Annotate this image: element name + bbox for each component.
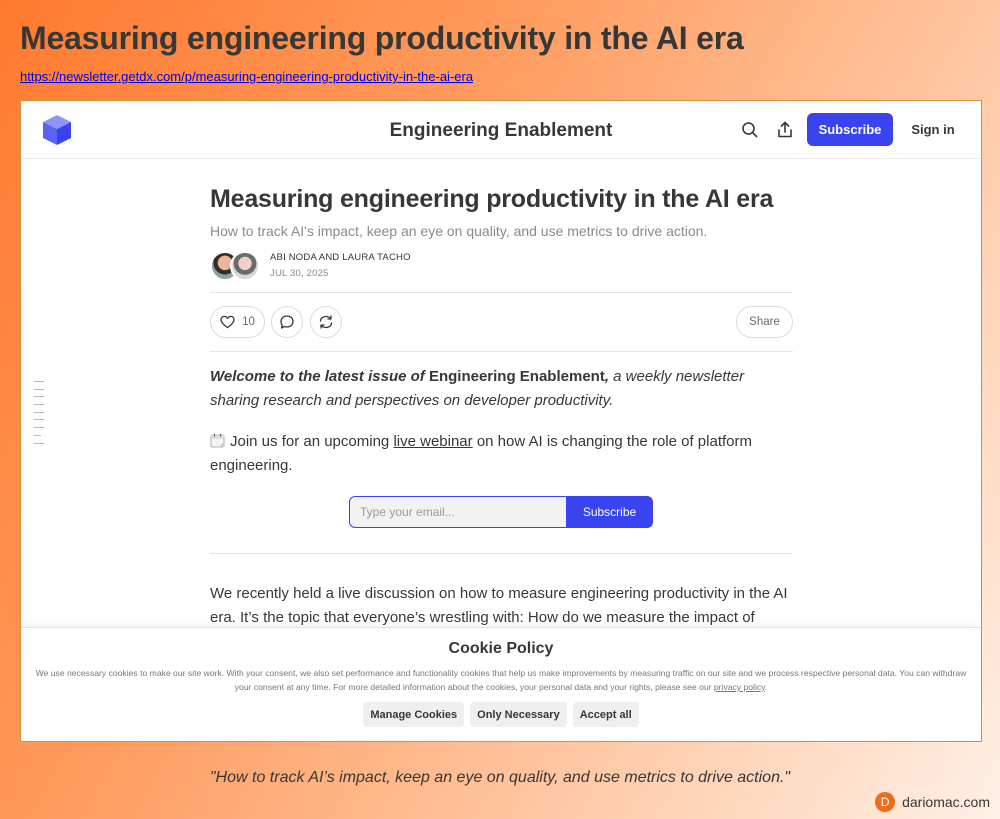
table-of-contents-marks[interactable] bbox=[34, 381, 44, 450]
newsletter-name: Engineering Enablement bbox=[428, 368, 605, 385]
share-upload-icon[interactable] bbox=[775, 120, 795, 140]
live-webinar-link[interactable]: live webinar bbox=[393, 433, 472, 450]
restack-icon bbox=[319, 315, 333, 329]
article: Measuring engineering productivity in th… bbox=[210, 159, 793, 630]
toc-mark[interactable] bbox=[34, 388, 44, 390]
site-header: Engineering Enablement Subscribe Sign in bbox=[21, 101, 981, 159]
cookie-body: We use necessary cookies to make our sit… bbox=[35, 668, 967, 692]
manage-cookies-button[interactable]: Manage Cookies bbox=[363, 702, 465, 727]
pull-quote: "How to track AI’s impact, keep an eye o… bbox=[209, 769, 791, 786]
toc-mark[interactable] bbox=[34, 442, 44, 444]
cookie-buttons: Manage Cookies Only Necessary Accept all bbox=[21, 702, 981, 727]
author-names[interactable]: ABI NODA AND LAURA TACHO bbox=[270, 252, 411, 263]
author-avatar[interactable] bbox=[230, 251, 260, 281]
webinar-paragraph: Join us for an upcoming live webinar on … bbox=[210, 430, 793, 478]
page-heading: Measuring engineering productivity in th… bbox=[20, 20, 744, 56]
post-action-bar: 10 Share bbox=[210, 292, 793, 352]
webinar-text-before: Join us for an upcoming bbox=[230, 433, 394, 450]
form-subscribe-button[interactable]: Subscribe bbox=[566, 496, 653, 528]
like-button[interactable]: 10 bbox=[210, 306, 265, 338]
calendar-icon bbox=[210, 434, 225, 448]
restack-button[interactable] bbox=[310, 306, 342, 338]
cookie-end: . bbox=[764, 682, 768, 692]
intro-lead: Welcome to the latest issue of bbox=[210, 368, 429, 385]
post-date: JUL 30, 2025 bbox=[270, 268, 329, 279]
article-subtitle: How to track AI's impact, keep an eye on… bbox=[210, 223, 708, 239]
toc-mark[interactable] bbox=[34, 404, 44, 406]
cookie-title: Cookie Policy bbox=[448, 640, 554, 657]
share-button[interactable]: Share bbox=[736, 306, 793, 338]
body-paragraph: We recently held a live discussion on ho… bbox=[210, 585, 788, 626]
toc-mark[interactable] bbox=[34, 411, 44, 413]
article-url-link[interactable]: https://newsletter.getdx.com/p/measuring… bbox=[20, 69, 473, 84]
accept-all-button[interactable]: Accept all bbox=[572, 702, 639, 727]
toc-mark[interactable] bbox=[34, 419, 44, 421]
divider bbox=[210, 553, 793, 554]
brand-logo-icon: D bbox=[875, 792, 896, 812]
sign-in-button[interactable]: Sign in bbox=[903, 113, 963, 146]
subscribe-button[interactable]: Subscribe bbox=[807, 113, 893, 146]
like-count: 10 bbox=[242, 316, 255, 328]
toc-mark[interactable] bbox=[34, 434, 41, 436]
heart-icon bbox=[220, 315, 235, 329]
screenshot-frame: Engineering Enablement Subscribe Sign in… bbox=[20, 100, 982, 742]
comment-button[interactable] bbox=[271, 306, 303, 338]
privacy-policy-link[interactable]: privacy policy bbox=[714, 682, 765, 692]
search-icon[interactable] bbox=[740, 120, 760, 140]
intro-paragraph: Welcome to the latest issue of Engineeri… bbox=[210, 365, 793, 413]
article-title: Measuring engineering productivity in th… bbox=[210, 185, 774, 213]
toc-mark[interactable] bbox=[34, 396, 44, 398]
cookie-banner: Cookie Policy We use necessary cookies t… bbox=[21, 627, 981, 741]
cookie-text: We use necessary cookies to make our sit… bbox=[34, 666, 969, 694]
only-necessary-button[interactable]: Only Necessary bbox=[470, 702, 567, 727]
byline: ABI NODA AND LAURA TACHO JUL 30, 2025 bbox=[210, 251, 793, 283]
comment-icon bbox=[280, 315, 294, 329]
brand-name: dariomac.com bbox=[902, 794, 990, 810]
subscribe-form: Subscribe bbox=[210, 496, 793, 528]
email-input[interactable] bbox=[349, 496, 567, 528]
brand-watermark: D dariomac.com bbox=[875, 792, 990, 812]
toc-mark[interactable] bbox=[34, 381, 44, 382]
toc-mark[interactable] bbox=[34, 427, 44, 429]
